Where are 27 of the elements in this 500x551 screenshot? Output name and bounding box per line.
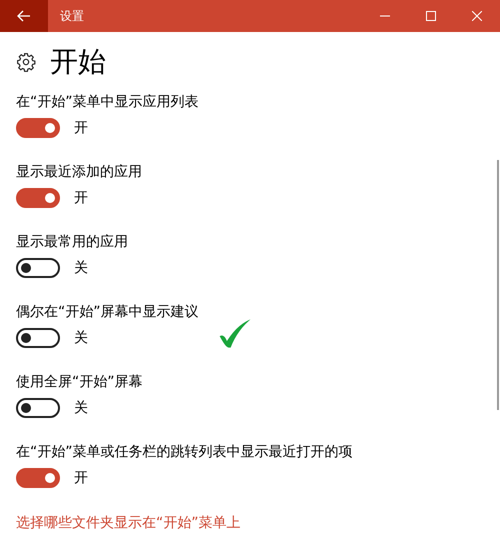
setting-label: 显示最近添加的应用: [16, 163, 143, 182]
setting-label: 在“开始”菜单或任务栏的跳转列表中显示最近打开的项: [16, 443, 354, 462]
setting-label: 在“开始”菜单中显示应用列表: [16, 93, 200, 112]
toggle-state: 关: [74, 259, 88, 277]
toggle-switch[interactable]: [16, 328, 60, 348]
settings-icon: [16, 52, 36, 72]
toggle-switch[interactable]: [16, 398, 60, 418]
window-title: 设置: [60, 8, 85, 24]
toggle-state: 关: [74, 399, 88, 417]
folders-link[interactable]: 选择哪些文件夹显示在“开始”菜单上: [16, 513, 241, 533]
maximize-icon: [426, 11, 436, 21]
back-button[interactable]: [0, 0, 48, 32]
toggle-state: 开: [74, 469, 88, 487]
toggle-switch[interactable]: [16, 188, 60, 208]
toggle-state: 开: [74, 189, 88, 207]
toggle-switch[interactable]: [16, 258, 60, 278]
toggle-switch[interactable]: [16, 118, 60, 138]
toggle-state: 开: [74, 119, 88, 137]
scrollbar[interactable]: [497, 160, 499, 410]
toggle-state: 关: [74, 329, 88, 347]
setting-label: 偶尔在“开始”屏幕中显示建议: [16, 303, 200, 322]
page-title: 开始: [50, 44, 106, 80]
setting-label: 显示最常用的应用: [16, 233, 129, 252]
back-arrow-icon: [17, 10, 31, 22]
setting-label: 使用全屏“开始”屏幕: [16, 373, 144, 392]
close-icon: [472, 11, 482, 21]
toggle-switch[interactable]: [16, 468, 60, 488]
